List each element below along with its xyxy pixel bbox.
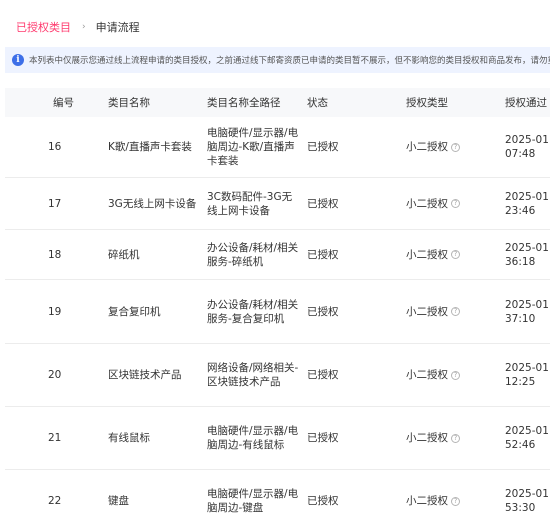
auth-clock: 53:30: [505, 502, 536, 514]
row-auth-time: 2025-01 12:25: [505, 361, 550, 389]
help-icon[interactable]: ?: [451, 496, 460, 506]
authorized-category-table: 编号 类目名称 类目名称全路径 状态 授权类型 授权通过 16 K歌/直播声卡套…: [5, 88, 550, 528]
row-auth-time: 2025-01 07:48: [505, 133, 550, 161]
auth-date: 2025-01: [505, 488, 549, 500]
table-row: 18 碎纸机 办公设备/耗材/相关服务-碎纸机 已授权 小二授权? 2025-0…: [5, 230, 550, 280]
row-status: 已授权: [307, 305, 339, 318]
notice-banner: i 本列表中仅展示您通过线上流程申请的类目授权，之前通过线下邮寄资质已申请的类目…: [5, 47, 550, 73]
row-auth-time: 2025-01 52:46: [505, 424, 550, 452]
row-status: 已授权: [307, 432, 339, 444]
row-status: 已授权: [307, 248, 339, 261]
auth-clock: 36:18: [505, 255, 536, 268]
auth-date: 2025-01: [505, 134, 549, 146]
help-icon[interactable]: ?: [451, 370, 460, 380]
row-auth-time: 2025-01 37:10: [505, 298, 550, 326]
row-auth-time: 2025-01 53:30: [505, 487, 550, 515]
table-row: 20 区块链技术产品 网络设备/网络相关-区块链技术产品 已授权 小二授权? 2…: [5, 344, 550, 407]
row-category-name: 碎纸机: [108, 248, 140, 261]
notice-text: 本列表中仅展示您通过线上流程申请的类目授权，之前通过线下邮寄资质已申请的类目暂不…: [29, 56, 550, 66]
row-auth-type: 小二授权?: [406, 431, 505, 445]
row-auth-time: 2025-01 36:18: [505, 241, 550, 269]
auth-date: 2025-01: [505, 190, 549, 203]
breadcrumb-authorized-categories[interactable]: 已授权类目: [16, 19, 71, 35]
row-status: 已授权: [307, 197, 339, 210]
table-row: 16 K歌/直播声卡套装 电脑硬件/显示器/电脑周边-K歌/直播声卡套装 已授权…: [5, 117, 550, 178]
table-header-row: 编号 类目名称 类目名称全路径 状态 授权类型 授权通过: [5, 88, 550, 117]
row-auth-type: 小二授权?: [406, 494, 505, 508]
header-category-name: 类目名称: [108, 96, 150, 109]
auth-type-label: 小二授权: [406, 305, 448, 318]
row-category-name: 3G无线上网卡设备: [108, 197, 197, 210]
row-category-name: 键盘: [108, 495, 129, 507]
help-icon[interactable]: ?: [451, 199, 460, 208]
auth-date: 2025-01: [505, 362, 549, 374]
header-status: 状态: [307, 96, 328, 109]
auth-type-label: 小二授权: [406, 197, 448, 210]
table-row: 17 3G无线上网卡设备 3C数码配件-3G无线上网卡设备 已授权 小二授权? …: [5, 178, 550, 230]
row-status: 已授权: [307, 495, 339, 507]
row-auth-time: 2025-01 23:46: [505, 190, 550, 218]
info-icon: i: [12, 54, 24, 66]
row-category-name: 复合复印机: [108, 305, 161, 318]
help-icon[interactable]: ?: [451, 250, 460, 259]
auth-clock: 12:25: [505, 376, 536, 388]
help-icon[interactable]: ?: [451, 433, 460, 443]
help-icon[interactable]: ?: [451, 142, 460, 152]
row-category-path: 电脑硬件/显示器/电脑周边-有线鼠标: [207, 425, 299, 451]
row-category-name: 区块链技术产品: [108, 369, 182, 381]
row-auth-type: 小二授权?: [406, 368, 505, 382]
auth-type-label: 小二授权: [406, 495, 448, 507]
table-row: 21 有线鼠标 电脑硬件/显示器/电脑周边-有线鼠标 已授权 小二授权? 202…: [5, 407, 550, 470]
row-num: 21: [48, 432, 62, 444]
header-num: 编号: [53, 96, 74, 109]
breadcrumb-separator: ›: [82, 22, 86, 32]
help-icon[interactable]: ?: [451, 307, 460, 316]
row-num: 17: [48, 197, 62, 210]
auth-type-label: 小二授权: [406, 432, 448, 444]
auth-date: 2025-01: [505, 241, 549, 254]
row-category-path: 电脑硬件/显示器/电脑周边-键盘: [207, 488, 299, 514]
row-category-name: K歌/直播声卡套装: [108, 141, 192, 153]
row-num: 19: [48, 305, 62, 318]
breadcrumb: 已授权类目 › 申请流程: [16, 19, 140, 35]
row-auth-type: 小二授权?: [406, 197, 505, 211]
row-num: 20: [48, 369, 62, 381]
table-row: 22 键盘 电脑硬件/显示器/电脑周边-键盘 已授权 小二授权? 2025-01…: [5, 470, 550, 528]
auth-clock: 37:10: [505, 312, 536, 325]
header-auth-type: 授权类型: [406, 96, 448, 109]
breadcrumb-apply-process[interactable]: 申请流程: [96, 19, 140, 35]
auth-date: 2025-01: [505, 425, 549, 437]
auth-clock: 52:46: [505, 439, 536, 451]
row-status: 已授权: [307, 141, 339, 153]
header-auth-time: 授权通过: [505, 96, 547, 109]
row-category-path: 办公设备/耗材/相关服务-碎纸机: [207, 241, 299, 268]
table-row: 19 复合复印机 办公设备/耗材/相关服务-复合复印机 已授权 小二授权? 20…: [5, 280, 550, 344]
auth-date: 2025-01: [505, 298, 549, 311]
auth-type-label: 小二授权: [406, 248, 448, 261]
auth-clock: 07:48: [505, 148, 536, 160]
row-category-path: 办公设备/耗材/相关服务-复合复印机: [207, 298, 299, 325]
row-num: 16: [48, 141, 62, 153]
header-category-path: 类目名称全路径: [207, 96, 281, 109]
auth-clock: 23:46: [505, 204, 536, 217]
row-status: 已授权: [307, 369, 339, 381]
row-category-name: 有线鼠标: [108, 432, 150, 444]
row-num: 18: [48, 248, 62, 261]
row-auth-type: 小二授权?: [406, 305, 505, 319]
auth-type-label: 小二授权: [406, 141, 448, 153]
auth-type-label: 小二授权: [406, 369, 448, 381]
row-auth-type: 小二授权?: [406, 140, 505, 154]
row-num: 22: [48, 495, 62, 507]
row-category-path: 3C数码配件-3G无线上网卡设备: [207, 190, 293, 217]
row-auth-type: 小二授权?: [406, 248, 505, 262]
row-category-path: 电脑硬件/显示器/电脑周边-K歌/直播声卡套装: [207, 127, 299, 167]
row-category-path: 网络设备/网络相关-区块链技术产品: [207, 362, 299, 388]
